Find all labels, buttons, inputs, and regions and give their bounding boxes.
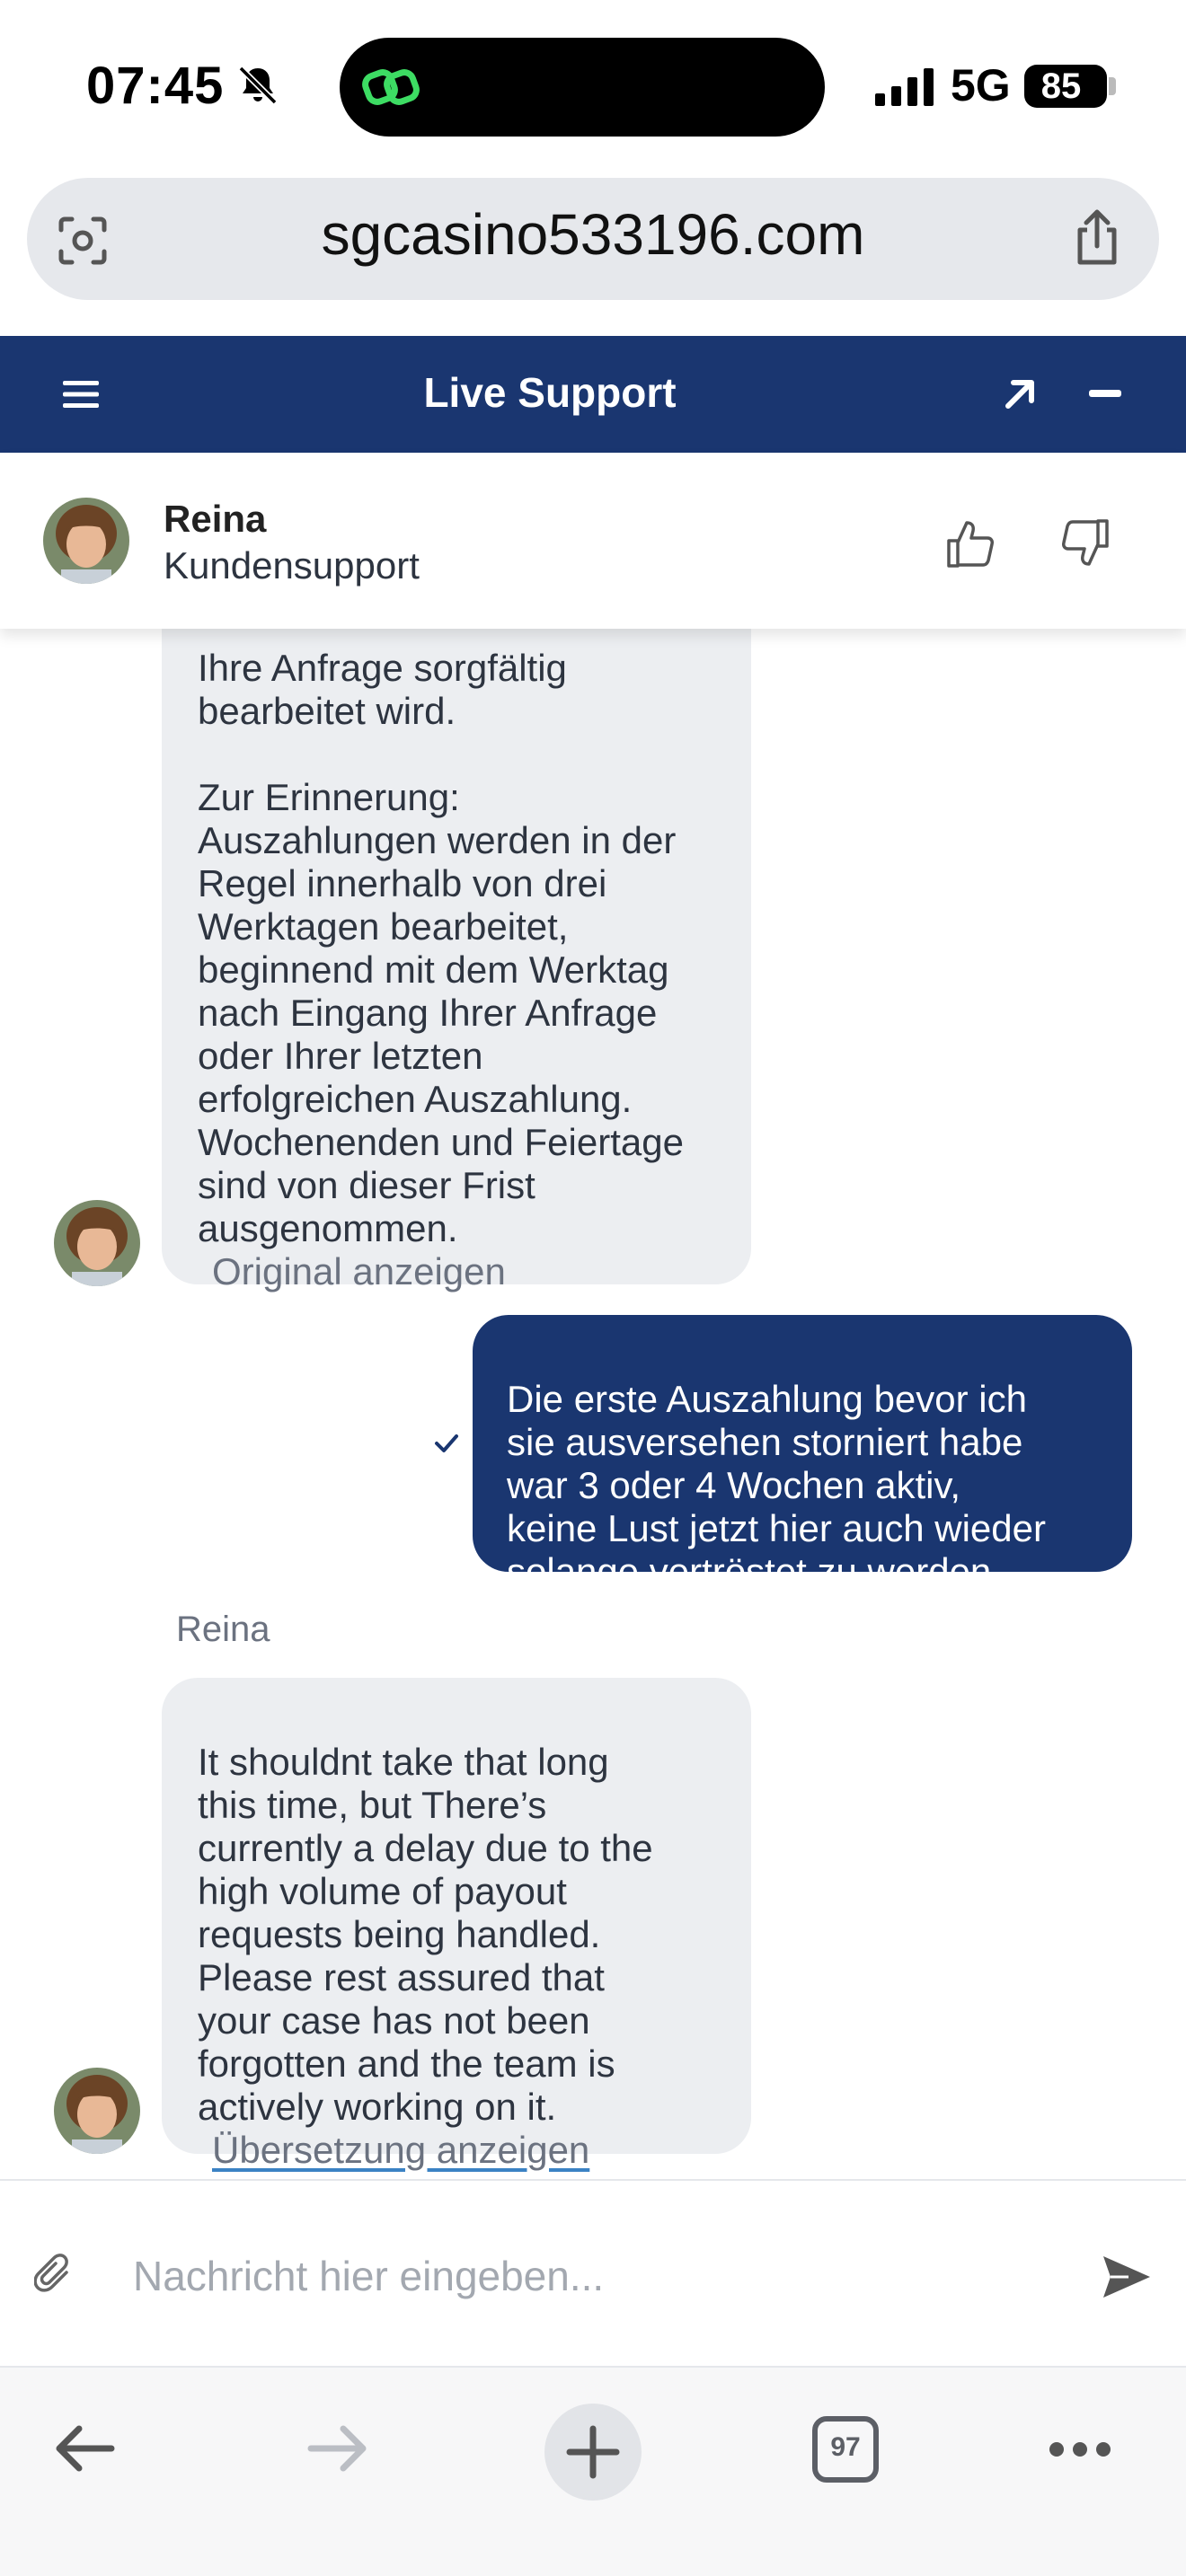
send-icon[interactable] [1102,2253,1152,2301]
composer [0,2179,1186,2366]
show-translation-link[interactable]: Übersetzung anzeigen [198,2129,715,2172]
message-text: It shouldnt take that long this time, bu… [198,1741,653,2128]
network-label: 5G [951,60,1011,110]
expand-icon[interactable] [1001,375,1039,413]
chat-header: Live Support [0,336,1186,453]
forward-icon[interactable] [305,2422,370,2475]
chat-area[interactable]: Ihre Anfrage sorgfältig bearbeitet wird.… [0,629,1186,2179]
battery-indicator: 85 [1024,65,1107,108]
battery-tip [1109,77,1116,95]
header-title: Live Support [423,369,677,416]
attach-icon[interactable] [34,2253,74,2298]
agent-message: Ihre Anfrage sorgfältig bearbeitet wird.… [162,629,751,1292]
agent-name: Reina [164,498,267,540]
message-text: Ihre Anfrage sorgfältig bearbeitet wird.… [198,647,684,1249]
bell-slash-icon [238,66,278,105]
back-icon[interactable] [52,2422,117,2475]
user-message: Die erste Auszahlung bevor ich sie ausve… [473,1315,1132,1592]
more-icon[interactable] [1048,2439,1112,2459]
url-bar[interactable]: sgcasino533196.com [27,178,1159,300]
check-icon [435,1434,458,1452]
url-text[interactable]: sgcasino533196.com [27,201,1159,268]
agent-role: Kundensupport [164,544,420,587]
browser-toolbar: 97 [0,2366,1186,2576]
battery-level: 85 [1040,66,1082,106]
link-app-icon [362,69,420,105]
thumb-down-icon[interactable] [1058,517,1111,569]
signal-icon [875,68,934,106]
status-bar: 07:45 5G 85 [0,0,1186,171]
dynamic-island [340,38,825,137]
agent-message: It shouldnt take that long this time, bu… [162,1678,751,2171]
tab-count: 97 [830,2432,861,2462]
status-time: 07:45 [86,57,225,115]
sender-label: Reina [176,1610,270,1649]
show-original-link[interactable]: Original anzeigen [198,1250,715,1293]
new-tab-button[interactable] [544,2404,642,2501]
avatar [54,1200,140,1286]
avatar [43,498,129,584]
tabs-button[interactable]: 97 [812,2416,879,2483]
thumb-up-icon[interactable] [945,517,997,569]
message-input[interactable] [133,2240,1049,2312]
avatar [54,2068,140,2154]
page: 07:45 5G 85 sgcasino533196.com Live Supp… [0,0,1186,2576]
message-text: Die erste Auszahlung bevor ich sie ausve… [507,1378,1046,1592]
minimize-icon[interactable] [1089,390,1121,397]
plus-icon [566,2425,620,2479]
agent-bar: Reina Kundensupport [0,453,1186,629]
share-icon[interactable] [1069,208,1125,268]
